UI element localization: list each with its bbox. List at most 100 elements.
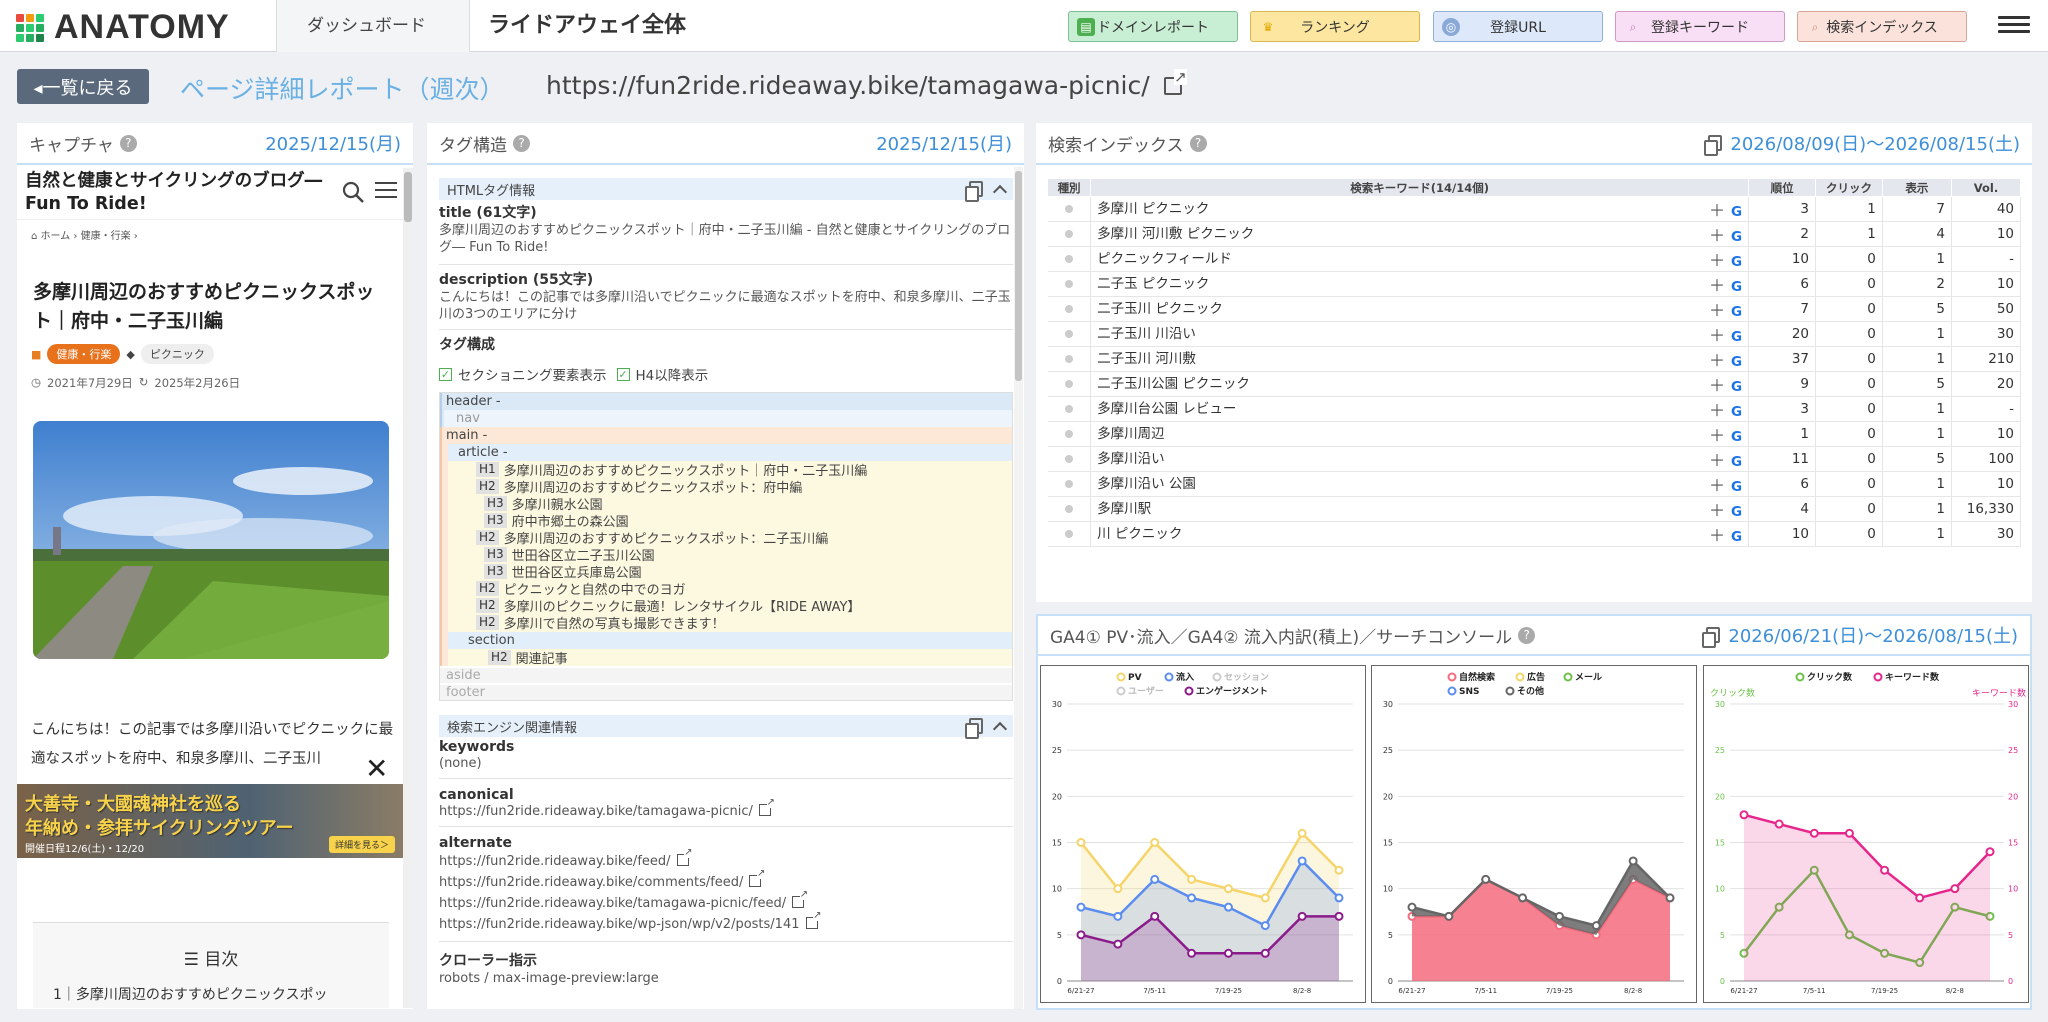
rank-cell: 10 <box>1748 521 1817 547</box>
add-icon[interactable]: ＋ <box>1709 401 1725 420</box>
external-link-icon[interactable] <box>792 890 809 908</box>
tree-main-label[interactable]: main - <box>442 427 1012 444</box>
toc-title: ☰ 目次 <box>183 950 239 970</box>
google-search-icon[interactable]: G <box>1731 354 1742 370</box>
html-tag-section-header[interactable]: HTMLタグ情報 <box>439 178 1013 202</box>
tree-aside: aside <box>440 666 1012 683</box>
add-icon[interactable]: ＋ <box>1709 376 1725 395</box>
domain-report-button[interactable]: ▤ ドメインレポート <box>1068 11 1238 42</box>
banner-detail-button[interactable]: 詳細を見る＞ <box>329 836 396 853</box>
col-clicks[interactable]: クリック <box>1815 178 1883 197</box>
add-icon[interactable]: ＋ <box>1709 201 1725 220</box>
type-cell <box>1047 446 1092 472</box>
add-icon[interactable]: ＋ <box>1709 426 1725 445</box>
tree-article-label[interactable]: article - <box>448 444 1012 461</box>
type-cell <box>1047 246 1092 272</box>
copy-icon[interactable] <box>965 181 983 202</box>
h4-checkbox[interactable]: ✓ <box>616 367 630 381</box>
back-to-list-button[interactable]: ◂一覧に戻る <box>17 69 149 104</box>
clicks-cell: 1 <box>1815 221 1883 247</box>
col-impressions[interactable]: 表示 <box>1881 178 1952 197</box>
col-type[interactable]: 種別 <box>1046 178 1092 197</box>
external-link-icon[interactable] <box>758 798 775 816</box>
post-tag[interactable]: ピクニック <box>140 344 214 364</box>
copy-icon[interactable] <box>1704 135 1723 156</box>
external-link-icon[interactable] <box>1163 68 1187 95</box>
add-icon[interactable]: ＋ <box>1709 226 1725 245</box>
hamburger-menu-icon[interactable] <box>1998 12 2030 40</box>
help-icon[interactable]: ? <box>1518 626 1536 644</box>
copy-icon[interactable] <box>965 718 983 739</box>
help-icon[interactable]: ? <box>1189 134 1207 152</box>
alternate-link[interactable]: https://fun2ride.rideaway.bike/comments/… <box>439 869 1013 893</box>
document-icon: ▤ <box>1077 18 1095 36</box>
toc-item[interactable]: 1｜多摩川周辺のおすすめピクニックスポッ <box>53 984 389 1004</box>
alternate-link[interactable]: https://fun2ride.rideaway.bike/tamagawa-… <box>439 890 1013 914</box>
google-search-icon[interactable]: G <box>1731 229 1742 245</box>
alternate-link[interactable]: https://fun2ride.rideaway.bike/wp-json/w… <box>439 911 1013 935</box>
registered-url-button[interactable]: ◎ 登録URL <box>1433 11 1603 42</box>
category-tag[interactable]: 健康・行楽 <box>47 344 121 364</box>
google-search-icon[interactable]: G <box>1731 504 1742 520</box>
volume-cell: 100 <box>1951 446 2022 472</box>
col-rank[interactable]: 順位 <box>1748 178 1817 197</box>
search-icon[interactable] <box>341 180 364 203</box>
external-link-icon[interactable] <box>676 848 693 866</box>
add-icon[interactable]: ＋ <box>1709 301 1725 320</box>
folder-icon: ■ <box>31 347 42 361</box>
sectioning-checkbox[interactable]: ✓ <box>439 367 452 381</box>
add-icon[interactable]: ＋ <box>1709 476 1725 495</box>
data-point <box>1665 893 1675 903</box>
google-search-icon[interactable]: G <box>1731 479 1742 495</box>
add-icon[interactable]: ＋ <box>1709 351 1725 370</box>
help-icon[interactable]: ? <box>119 134 137 152</box>
google-search-icon[interactable]: G <box>1731 454 1742 470</box>
tree-main: main - article - H1 多摩川周辺のおすすめピクニックスポット｜府… <box>440 427 1012 667</box>
close-icon[interactable]: ✕ <box>365 752 388 785</box>
google-search-icon[interactable]: G <box>1731 204 1742 220</box>
external-link-icon[interactable] <box>805 911 822 929</box>
google-search-icon[interactable]: G <box>1731 404 1742 420</box>
tag-panel-scrollbar[interactable] <box>1014 167 1023 1009</box>
google-search-icon[interactable]: G <box>1731 279 1742 295</box>
copy-icon[interactable] <box>1702 627 1721 648</box>
google-search-icon[interactable]: G <box>1731 304 1742 320</box>
alternate-link[interactable]: https://fun2ride.rideaway.bike/feed/ <box>439 848 1013 872</box>
add-icon[interactable]: ＋ <box>1709 326 1725 345</box>
table-row: 川 ピクニック ＋ G 10 0 1 30 <box>1047 521 2022 547</box>
seo-section-header[interactable]: 検索エンジン関連情報 <box>439 715 1013 739</box>
capture-screenshot: 自然と健康とサイクリングのブログ― Fun To Ride! ⌂ ホーム › 健… <box>17 168 413 1008</box>
col-volume[interactable]: Vol. <box>1950 178 2022 197</box>
add-icon[interactable]: ＋ <box>1709 276 1725 295</box>
google-search-icon[interactable]: G <box>1731 254 1742 270</box>
canonical-value[interactable]: https://fun2ride.rideaway.bike/tamagawa-… <box>439 798 1013 820</box>
add-icon[interactable]: ＋ <box>1709 451 1725 470</box>
google-search-icon[interactable]: G <box>1731 429 1742 445</box>
promo-banner[interactable]: 大善寺・大國魂神社を巡る 年納め・参拝サイクリングツアー 開催日程12/6(土)… <box>17 784 403 858</box>
chevron-up-icon[interactable] <box>992 721 1008 736</box>
chevron-up-icon[interactable] <box>992 184 1008 199</box>
add-icon[interactable]: ＋ <box>1709 501 1725 520</box>
add-icon[interactable]: ＋ <box>1709 251 1725 270</box>
data-point <box>1223 884 1233 894</box>
add-icon[interactable]: ＋ <box>1709 526 1725 545</box>
logo[interactable]: ANATOMY <box>16 8 230 47</box>
ranking-button[interactable]: ♛ ランキング <box>1250 11 1420 42</box>
external-link-icon[interactable] <box>749 869 766 887</box>
page-url[interactable]: https://fun2ride.rideaway.bike/tamagawa-… <box>546 68 1187 100</box>
col-keyword[interactable]: 検索キーワード(14/14個) <box>1090 178 1750 197</box>
registered-keyword-button[interactable]: ⌕ 登録キーワード <box>1615 11 1785 42</box>
tree-section-heading: H2 関連記事 <box>448 649 1012 667</box>
tree-header-label[interactable]: header - <box>442 393 1012 410</box>
x-tick-label: 7/19-25 <box>1215 987 1242 995</box>
google-search-icon[interactable]: G <box>1731 529 1742 545</box>
tree-section-label[interactable]: section <box>448 632 1012 649</box>
help-icon[interactable]: ? <box>513 134 530 152</box>
search-index-button[interactable]: ⌕ 検索インデックス <box>1797 11 1967 42</box>
google-search-icon[interactable]: G <box>1731 329 1742 345</box>
data-point <box>1076 930 1086 940</box>
menu-icon[interactable] <box>375 182 397 198</box>
breadcrumb-dashboard[interactable]: ダッシュボード <box>276 0 470 52</box>
capture-scrollbar[interactable] <box>403 168 413 1008</box>
google-search-icon[interactable]: G <box>1731 379 1742 395</box>
